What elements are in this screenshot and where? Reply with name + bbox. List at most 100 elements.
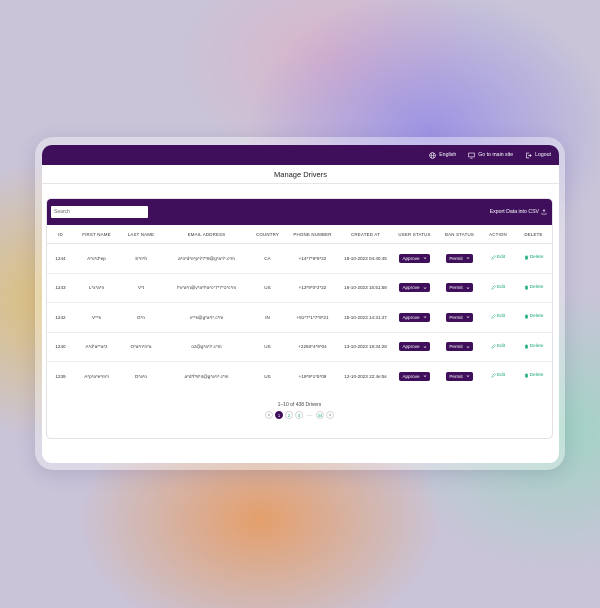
column-header: Action [481,225,515,244]
delete-label: Delete [529,255,544,261]
pencil-icon [491,284,496,290]
user-status-select[interactable]: Approve [399,342,430,352]
user-status-value: Approve [402,373,420,379]
trash-icon [524,314,528,319]
chevron-down-icon [423,345,426,348]
cell-email: a*o*d*e*p*i*7*8@g*a*i*.c*m [163,243,250,274]
page-button[interactable]: 2 [285,411,293,419]
logout-button[interactable]: Logout [525,152,551,159]
next-page-button[interactable] [326,411,334,419]
ban-status-select[interactable]: Permit [446,283,473,293]
cell-ban-status: Permit [438,302,481,333]
column-header: First Name [74,225,119,244]
chevron-right-icon [329,413,331,417]
user-status-select[interactable]: Approve [399,253,430,263]
cell-first-name: A*p*a*e*m*i [74,361,119,391]
cell-last-name: S*n*h [119,243,163,274]
table-scroll-area[interactable]: ID First Name Last Name Email Address Countr… [47,225,552,391]
edit-button[interactable]: Edit [491,255,505,260]
ban-status-value: Permit [449,344,463,350]
ban-status-value: Permit [449,285,463,291]
cell-email: l*x*a*n@v*a*l*a*c*7*7*1*c*m [163,273,250,303]
edit-button[interactable]: Edit [491,314,505,319]
delete-button[interactable]: Delete [524,314,544,320]
user-status-select[interactable]: Approve [399,283,430,293]
ban-status-select[interactable]: Permit [446,342,473,352]
delete-button[interactable]: Delete [524,255,544,261]
chevron-down-icon [466,375,470,378]
chevron-down-icon [423,286,426,289]
cell-last-name: O*a*n*n*a [119,332,163,362]
column-header: Country [250,225,285,244]
edit-button[interactable]: Edit [491,344,505,349]
drivers-toolbar: Export Data into CSV [47,199,552,225]
pagination-summary: 1–10 of 438 Drivers [277,402,322,408]
page-button-last[interactable]: 44 [316,411,324,419]
chevron-down-icon [466,257,470,260]
chevron-down-icon [466,345,470,348]
page-header: Manage Drivers [42,165,559,184]
export-label: Export Data into CSV [489,209,539,215]
cell-country: US [250,273,285,303]
cell-last-name: V*t [119,273,163,303]
chevron-down-icon [423,316,426,319]
search-input[interactable] [51,206,148,218]
main-site-label: Go to main site [478,152,514,158]
edit-label: Edit [496,373,506,379]
table-row: 1239 A*p*a*e*m*i D*a*o a*d*f*8*4@g*a*i*.c*m… [47,361,552,391]
edit-label: Edit [496,284,506,290]
page-title: Manage Drivers [274,169,327,179]
globe-icon [429,151,436,159]
cell-ban-status: Permit [438,332,481,362]
delete-button[interactable]: Delete [524,343,544,349]
ban-status-value: Permit [449,255,463,261]
prev-page-button[interactable] [265,411,273,419]
user-status-select[interactable]: Approve [399,312,430,322]
edit-button[interactable]: Edit [491,373,505,378]
cell-id: 1242 [47,302,74,333]
table-header-row: ID First Name Last Name Email Address Countr… [47,225,552,244]
main-site-link[interactable]: Go to main site [468,152,513,159]
cell-delete: Delete [515,243,552,274]
cell-country: US [250,361,285,391]
user-status-value: Approve [402,314,420,320]
user-status-select[interactable]: Approve [399,371,430,381]
cell-delete: Delete [515,361,552,391]
chevron-down-icon [423,375,426,378]
table-row: 1240 A*d*a**a*z O*a*n*n*a oz@g*a*i*.c*m US +2… [47,332,552,362]
edit-label: Edit [496,314,506,320]
top-nav-bar: English Go to main site Logout [42,145,559,165]
cell-email: v**s@g*a*i*.c*m [163,302,250,333]
cell-phone: +13*9*0*2*22 [285,273,340,303]
column-header: Delete [515,225,552,244]
trash-icon [524,344,528,349]
ban-status-value: Permit [449,373,463,379]
cell-ban-status: Permit [438,273,481,303]
delete-label: Delete [529,314,544,320]
page-button[interactable]: 3 [295,411,303,419]
cell-phone: +2250*4*9*04 [285,332,340,362]
cell-first-name: L*x*a*n [74,273,119,303]
pagination-ellipsis: … [307,412,312,418]
table-body: 1244 A*o*d*ep S*n*h a*o*d*e*p*i*7*8@g*a*i*.… [47,243,552,391]
cell-phone: +19*9*1*5*09 [285,361,340,391]
ban-status-select[interactable]: Permit [446,253,473,263]
edit-button[interactable]: Edit [491,285,505,290]
cell-id: 1239 [47,361,74,391]
cell-user-status: Approve [391,273,438,303]
delete-button[interactable]: Delete [524,373,543,378]
page-button[interactable]: 1 [275,411,283,419]
cell-ban-status: Permit [438,243,481,274]
logout-label: Logout [535,152,551,158]
cell-delete: Delete [515,332,552,362]
export-csv-button[interactable]: Export Data into CSV [490,209,547,215]
delete-label: Delete [529,343,544,349]
ban-status-select[interactable]: Permit [446,371,473,381]
cell-created-at: 18-10-2023 04:40:45 [340,243,391,274]
ban-status-select[interactable]: Permit [446,312,473,322]
cell-action: Edit [481,332,515,362]
app-window: English Go to main site Logout Manage Dr… [42,145,559,463]
cell-email: a*d*f*8*4@g*a*i*.c*m [163,361,250,391]
language-selector[interactable]: English [429,151,456,159]
delete-button[interactable]: Delete [524,285,543,290]
